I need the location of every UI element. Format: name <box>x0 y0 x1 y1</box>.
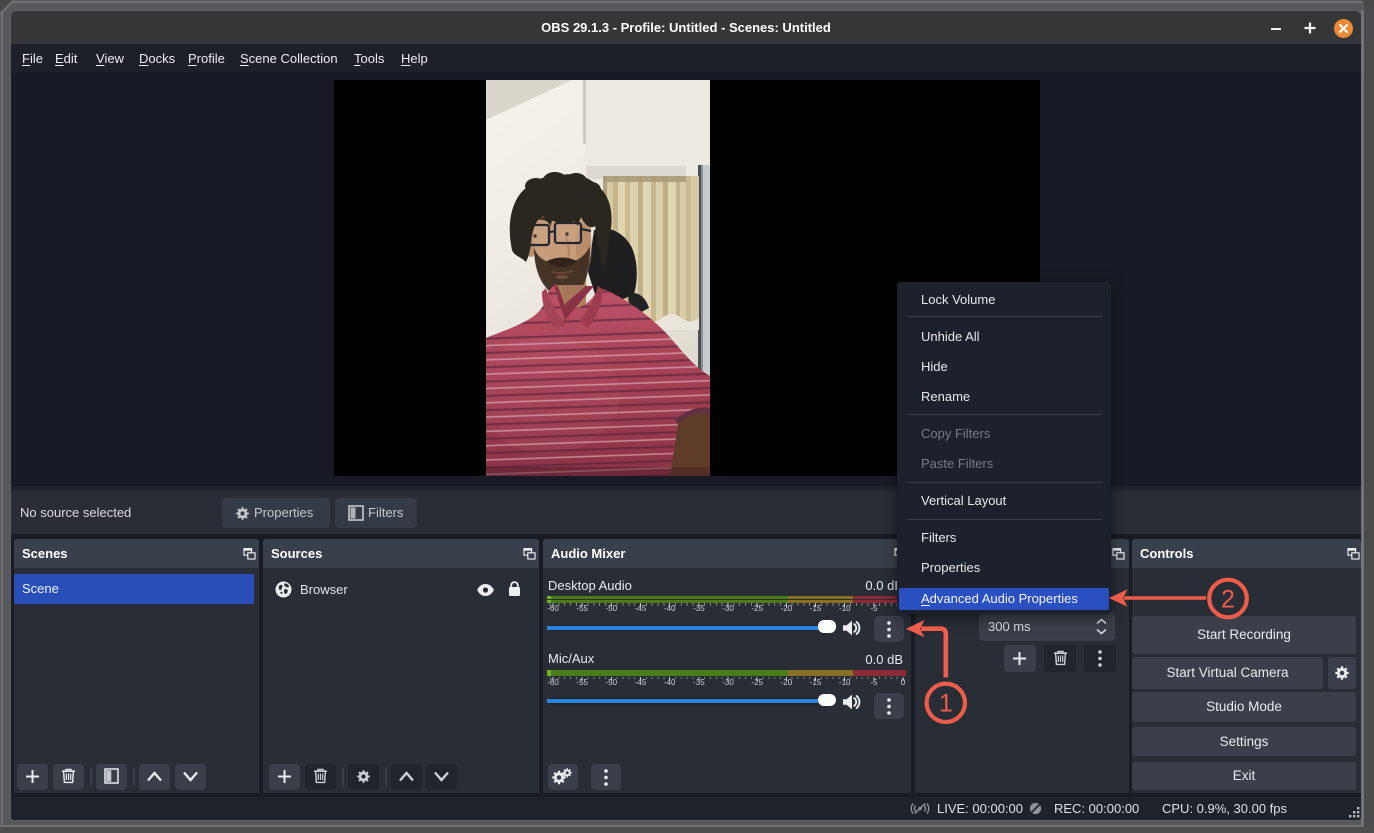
svg-text:1: 1 <box>939 690 953 718</box>
svg-text:2: 2 <box>1221 586 1235 614</box>
